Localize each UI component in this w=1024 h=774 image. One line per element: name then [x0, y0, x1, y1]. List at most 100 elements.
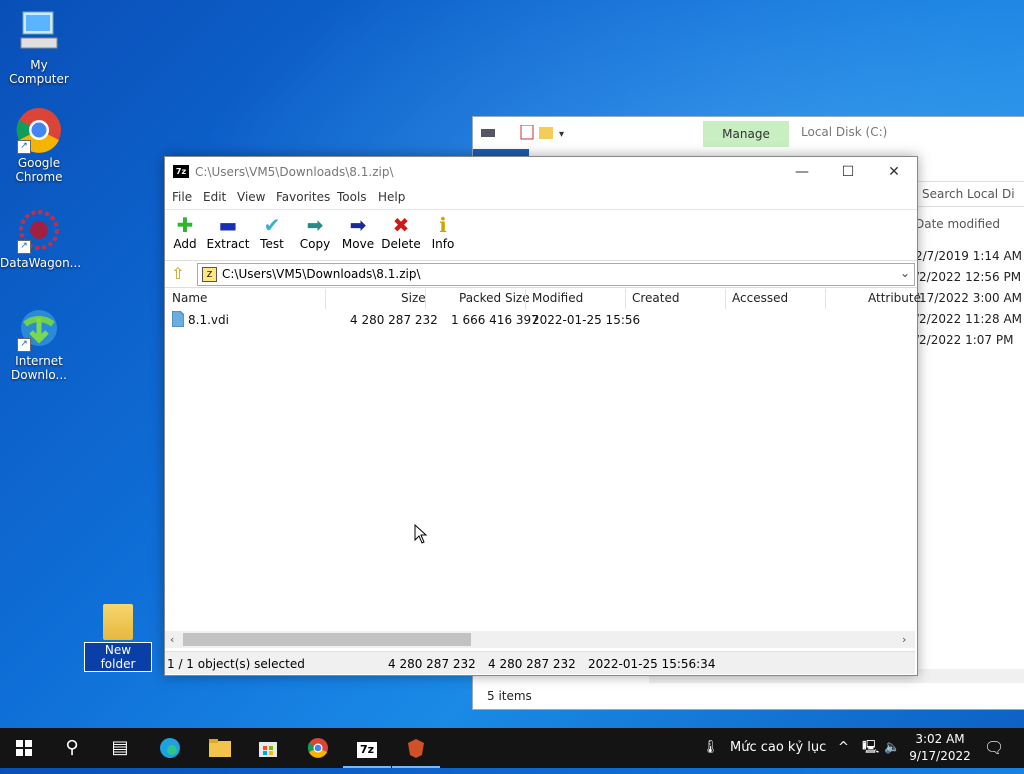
- info-button[interactable]: ℹ Info: [421, 214, 465, 251]
- volume-icon[interactable]: 🔈: [884, 728, 900, 768]
- column-header-accessed[interactable]: Accessed: [732, 291, 788, 311]
- file-list[interactable]: Name Size Packed Size Modified Created A…: [165, 287, 921, 648]
- scrollbar-thumb[interactable]: [183, 633, 471, 646]
- list-item-date[interactable]: /2/2022 11:28 AM: [915, 312, 1022, 326]
- list-item-date[interactable]: /2/2022 12:56 PM: [915, 270, 1021, 284]
- close-button[interactable]: ✕: [871, 157, 917, 187]
- cell-size: 4 280 287 232: [350, 313, 438, 327]
- extract-button[interactable]: ▬ Extract: [206, 214, 250, 251]
- address-input[interactable]: Z C:\Users\VM5\Downloads\8.1.zip\ ⌄: [197, 263, 915, 286]
- column-header-modified[interactable]: Modified: [532, 291, 583, 311]
- copy-label: Copy: [299, 237, 331, 251]
- column-header-created[interactable]: Created: [632, 291, 680, 311]
- weather-icon[interactable]: 🌡: [702, 728, 719, 768]
- desktop-icon-internet-download-manager[interactable]: ↗ Internet Downlo...: [0, 304, 78, 382]
- tab-manage[interactable]: Manage: [703, 121, 789, 147]
- sevenzip-taskbar-button[interactable]: 7z: [343, 728, 391, 768]
- shortcut-arrow-icon: ↗: [17, 240, 31, 254]
- edge-icon[interactable]: [146, 728, 194, 768]
- store-icon[interactable]: [244, 728, 292, 768]
- column-header-name[interactable]: Name: [172, 291, 207, 311]
- status-modified: 2022-01-25 15:56:34: [588, 657, 716, 671]
- desktop-icon-label: My Computer: [9, 58, 69, 86]
- weather-text[interactable]: Mức cao kỷ lục: [730, 728, 826, 768]
- column-header-size[interactable]: Size: [401, 291, 426, 311]
- globe-download-icon: ↗: [15, 304, 63, 352]
- sevenzip-titlebar[interactable]: 7z C:\Users\VM5\Downloads\8.1.zip\ — ☐ ✕: [165, 157, 917, 187]
- file-icon: [172, 311, 184, 327]
- column-separator: [325, 289, 326, 309]
- column-separator: [825, 289, 826, 309]
- chrome-taskbar-icon[interactable]: [294, 728, 342, 768]
- clock[interactable]: 3:02 AM 9/17/2022: [908, 731, 972, 765]
- app-taskbar-icon[interactable]: [392, 728, 440, 768]
- explorer-titlebar: ▾ Manage Local Disk (C:): [473, 117, 1024, 159]
- folder-up-icon[interactable]: ⇧: [169, 265, 187, 283]
- sevenzip-taskbar-icon: 7z: [356, 742, 378, 758]
- clock-time: 3:02 AM: [915, 732, 965, 746]
- explorer-title: Local Disk (C:): [801, 125, 888, 139]
- minimize-button[interactable]: —: [779, 157, 825, 187]
- column-header-attributes[interactable]: Attribute: [868, 291, 921, 311]
- copy-arrow-icon: ➡: [306, 213, 324, 237]
- desktop-icon-google-chrome[interactable]: ↗ Google Chrome: [0, 106, 78, 184]
- chevron-down-icon[interactable]: ⌄: [900, 266, 910, 280]
- taskbar: ⚲ ▤ 7z 🌡 Mức cao kỷ lục ^ 🖳 🔈 3:02 AM 9/…: [0, 728, 1024, 768]
- minus-icon: ▬: [218, 213, 238, 237]
- column-header-packed-size[interactable]: Packed Size: [459, 291, 530, 311]
- chevron-up-icon[interactable]: ^: [838, 728, 849, 768]
- svg-text:▾: ▾: [559, 129, 564, 140]
- shortcut-arrow-icon: ↗: [17, 140, 31, 154]
- sevenzip-window[interactable]: 7z C:\Users\VM5\Downloads\8.1.zip\ — ☐ ✕…: [163, 156, 921, 676]
- move-button[interactable]: ➡ Move: [336, 214, 380, 251]
- list-item-date[interactable]: 2/7/2019 1:14 AM: [915, 249, 1022, 263]
- network-icon[interactable]: 🖳: [862, 728, 879, 768]
- search-input[interactable]: Search Local Di: [915, 181, 1024, 207]
- horizontal-scrollbar[interactable]: ‹ ›: [165, 631, 915, 648]
- info-icon: ℹ: [439, 213, 447, 237]
- scroll-left-icon[interactable]: ‹: [170, 631, 174, 648]
- menu-favorites[interactable]: Favorites: [276, 190, 330, 204]
- quick-access-toolbar-icon[interactable]: ▾: [481, 125, 569, 141]
- desktop-icon-new-folder[interactable]: New folder: [84, 604, 152, 672]
- desktop-icon-label: DataWagon...: [0, 256, 82, 270]
- mouse-cursor-icon: [414, 524, 428, 544]
- list-item-date[interactable]: /17/2022 3:00 AM: [915, 291, 1022, 305]
- desktop-icon-my-computer[interactable]: My Computer: [0, 8, 78, 86]
- add-button[interactable]: ✚ Add: [163, 214, 207, 251]
- status-bar-item-count: 5 items: [487, 689, 532, 703]
- menu-help[interactable]: Help: [378, 190, 405, 204]
- folder-icon: [103, 604, 133, 640]
- menu-file[interactable]: File: [172, 190, 192, 204]
- file-explorer-icon[interactable]: [196, 728, 244, 768]
- maximize-button[interactable]: ☐: [825, 157, 871, 187]
- status-bar: 1 / 1 object(s) selected 4 280 287 232 4…: [165, 651, 915, 674]
- windows-logo-icon: [16, 740, 32, 756]
- shortcut-arrow-icon: ↗: [17, 338, 31, 352]
- status-selection: 1 / 1 object(s) selected: [167, 657, 305, 671]
- list-item-date[interactable]: /2/2022 1:07 PM: [915, 333, 1013, 347]
- column-separator: [525, 289, 526, 309]
- desktop-icon-datawagon[interactable]: ↗ DataWagon...: [0, 206, 82, 270]
- x-icon: ✖: [392, 213, 410, 237]
- test-label: Test: [260, 237, 284, 251]
- add-label: Add: [173, 237, 197, 251]
- search-icon[interactable]: ⚲: [48, 728, 96, 768]
- menu-bar: File Edit View Favorites Tools Help: [165, 187, 917, 210]
- menu-tools[interactable]: Tools: [337, 190, 367, 204]
- task-view-icon[interactable]: ▤: [96, 728, 144, 768]
- start-button[interactable]: [0, 728, 48, 768]
- column-header-date-modified[interactable]: Date modified: [915, 217, 1000, 231]
- test-button[interactable]: ✔ Test: [250, 214, 294, 251]
- desktop-icon-label: Google Chrome: [15, 156, 63, 184]
- scroll-right-icon[interactable]: ›: [902, 631, 906, 648]
- zip-archive-icon: Z: [202, 267, 217, 282]
- rename-input[interactable]: New folder: [84, 642, 152, 672]
- address-path: C:\Users\VM5\Downloads\8.1.zip\: [222, 267, 421, 281]
- notification-icon[interactable]: 🗨: [984, 728, 1004, 768]
- status-size: 4 280 287 232: [388, 657, 476, 671]
- menu-view[interactable]: View: [237, 190, 265, 204]
- menu-edit[interactable]: Edit: [203, 190, 226, 204]
- copy-button[interactable]: ➡ Copy: [293, 214, 337, 251]
- delete-button[interactable]: ✖ Delete: [379, 214, 423, 251]
